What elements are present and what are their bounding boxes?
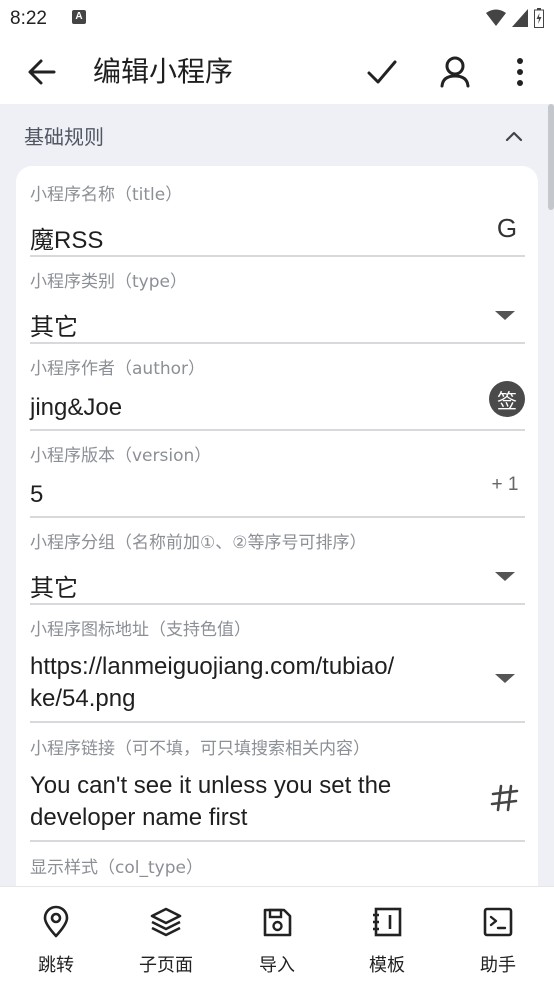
field-underline (30, 255, 525, 257)
battery-icon (534, 8, 544, 28)
status-icons (486, 8, 544, 28)
group-select[interactable]: 其它 (30, 568, 78, 603)
section-title: 基础规则 (24, 125, 104, 149)
link-input[interactable]: You can't see it unless you set the deve… (30, 770, 470, 834)
status-bar: 8:22 A (0, 0, 554, 40)
field-underline (30, 342, 525, 344)
content-area[interactable]: 基础规则 小程序名称（title） 魔RSS G 小程序类别（type） 其它 … (0, 104, 554, 886)
title-input[interactable]: 魔RSS (30, 220, 103, 255)
icon-url-input[interactable]: https://lanmeiguojiang.com/tubiao/ke/54.… (30, 651, 400, 715)
nav-item-assistant[interactable]: 助手 (453, 905, 543, 976)
signal-icon (512, 9, 528, 27)
field-group[interactable]: 小程序分组（名称前加①、②等序号可排序） 其它 (30, 528, 525, 608)
more-vert-icon (517, 58, 523, 86)
field-underline (30, 840, 525, 842)
field-icon-url[interactable]: 小程序图标地址（支持色值） https://lanmeiguojiang.com… (30, 615, 525, 727)
dropdown-arrow-icon[interactable] (485, 566, 525, 586)
field-label: 小程序名称（title） (30, 185, 183, 205)
hash-icon (490, 784, 519, 812)
hash-button[interactable] (485, 778, 525, 818)
sign-icon[interactable]: 签 (489, 381, 525, 417)
field-label: 小程序链接（可不填，可只填搜索相关内容） (30, 739, 370, 759)
field-underline (30, 429, 525, 431)
field-label: 小程序分组（名称前加①、②等序号可排序） (30, 533, 367, 553)
back-button[interactable] (22, 52, 62, 92)
location-pin-icon (43, 905, 69, 938)
field-link[interactable]: 小程序链接（可不填，可只填搜索相关内容） You can't see it un… (30, 734, 525, 846)
nav-label: 跳转 (38, 955, 74, 976)
notebook-icon (373, 907, 402, 937)
type-select[interactable]: 其它 (30, 307, 78, 342)
nav-label: 子页面 (139, 955, 193, 976)
field-type[interactable]: 小程序类别（type） 其它 (30, 267, 525, 347)
nav-item-template[interactable]: 模板 (342, 905, 432, 976)
nav-item-jump[interactable]: 跳转 (11, 905, 101, 976)
dropdown-arrow-icon[interactable] (485, 668, 525, 688)
arrow-left-icon (28, 59, 56, 85)
person-icon (440, 56, 470, 88)
check-icon (367, 60, 397, 84)
page-title: 编辑小程序 (93, 55, 234, 88)
layers-icon (150, 907, 182, 937)
field-underline (30, 516, 525, 518)
field-underline (30, 721, 525, 723)
field-title[interactable]: 小程序名称（title） 魔RSS G (30, 180, 525, 260)
generate-icon[interactable]: G (489, 210, 525, 246)
field-label: 显示样式（col_type） (30, 858, 203, 878)
wifi-icon (486, 9, 506, 26)
field-underline (30, 603, 525, 605)
chevron-up-icon[interactable] (504, 126, 524, 146)
terminal-icon (483, 907, 513, 937)
increment-button[interactable]: + 1 (485, 473, 525, 497)
notification-icon: A (72, 10, 86, 24)
field-label: 小程序类别（type） (30, 272, 187, 292)
app-bar: 编辑小程序 (0, 40, 554, 104)
field-label: 小程序图标地址（支持色值） (30, 620, 251, 640)
account-button[interactable] (435, 52, 475, 92)
field-author[interactable]: 小程序作者（author） jing&Joe 签 (30, 354, 525, 434)
field-version[interactable]: 小程序版本（version） 5 + 1 (30, 441, 525, 521)
status-time: 8:22 (10, 8, 47, 29)
bottom-nav: 跳转 子页面 导入 模板 助手 (0, 886, 554, 985)
nav-label: 导入 (259, 955, 295, 976)
field-col-type[interactable]: 显示样式（col_type） (30, 853, 525, 886)
version-input[interactable]: 5 (30, 481, 43, 509)
author-input[interactable]: jing&Joe (30, 394, 122, 422)
confirm-button[interactable] (362, 52, 402, 92)
form-card: 小程序名称（title） 魔RSS G 小程序类别（type） 其它 小程序作者… (16, 166, 538, 886)
more-button[interactable] (500, 52, 540, 92)
scrollbar[interactable] (548, 104, 554, 210)
nav-item-subpage[interactable]: 子页面 (121, 905, 211, 976)
field-label: 小程序版本（version） (30, 446, 212, 466)
dropdown-arrow-icon[interactable] (485, 305, 525, 325)
nav-item-import[interactable]: 导入 (232, 905, 322, 976)
field-label: 小程序作者（author） (30, 359, 206, 379)
save-icon (263, 908, 292, 937)
nav-label: 模板 (369, 955, 405, 976)
section-header[interactable]: 基础规则 (0, 104, 554, 166)
nav-label: 助手 (480, 955, 516, 976)
